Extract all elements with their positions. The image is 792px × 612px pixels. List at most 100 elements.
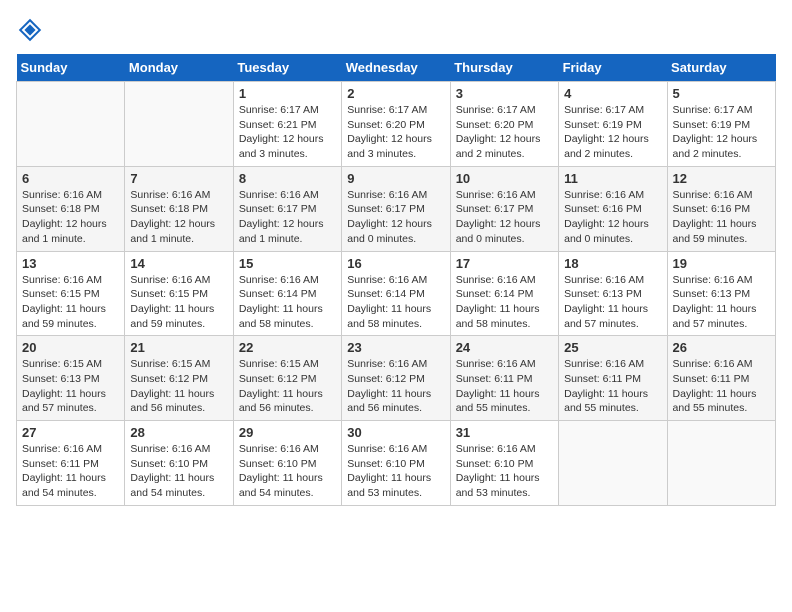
cell-info: Sunrise: 6:16 AM Sunset: 6:11 PM Dayligh… — [22, 442, 119, 501]
day-number: 28 — [130, 425, 227, 440]
weekday-header: Wednesday — [342, 54, 450, 82]
calendar-cell: 28Sunrise: 6:16 AM Sunset: 6:10 PM Dayli… — [125, 421, 233, 506]
calendar-week-row: 6 Sunrise: 6:16 AM Sunset: 6:18 PM Daylig… — [17, 166, 776, 251]
calendar-cell: 31 Sunrise: 6:16 AM Sunset: 6:10 PM Dayli… — [450, 421, 558, 506]
day-number: 22 — [239, 340, 336, 355]
day-number: 17 — [456, 256, 553, 271]
calendar-week-row: 1 Sunrise: 6:17 AM Sunset: 6:21 PM Daylig… — [17, 82, 776, 167]
day-number: 20 — [22, 340, 119, 355]
calendar-cell: 5 Sunrise: 6:17 AM Sunset: 6:19 PM Daylig… — [667, 82, 775, 167]
calendar-cell: 24 Sunrise: 6:16 AM Sunset: 6:11 PM Dayli… — [450, 336, 558, 421]
cell-info: Sunrise: 6:16 AM Sunset: 6:11 PM Dayligh… — [673, 357, 770, 416]
cell-info: Sunrise: 6:15 AM Sunset: 6:12 PM Dayligh… — [130, 357, 227, 416]
day-number: 14 — [130, 256, 227, 271]
day-number: 16 — [347, 256, 444, 271]
weekday-header: Tuesday — [233, 54, 341, 82]
day-number: 26 — [673, 340, 770, 355]
cell-info: Sunrise: 6:16 AM Sunset: 6:11 PM Dayligh… — [564, 357, 661, 416]
day-number: 15 — [239, 256, 336, 271]
day-number: 10 — [456, 171, 553, 186]
calendar-cell: 1 Sunrise: 6:17 AM Sunset: 6:21 PM Daylig… — [233, 82, 341, 167]
day-number: 30 — [347, 425, 444, 440]
day-number: 1 — [239, 86, 336, 101]
day-number: 31 — [456, 425, 553, 440]
calendar-cell: 13 Sunrise: 6:16 AM Sunset: 6:15 PM Dayli… — [17, 251, 125, 336]
day-number: 6 — [22, 171, 119, 186]
cell-info: Sunrise: 6:16 AM Sunset: 6:17 PM Dayligh… — [347, 188, 444, 247]
calendar-cell — [559, 421, 667, 506]
weekday-header: Friday — [559, 54, 667, 82]
day-number: 7 — [130, 171, 227, 186]
calendar-cell: 26 Sunrise: 6:16 AM Sunset: 6:11 PM Dayli… — [667, 336, 775, 421]
calendar-cell: 10 Sunrise: 6:16 AM Sunset: 6:17 PM Dayli… — [450, 166, 558, 251]
calendar-cell: 17 Sunrise: 6:16 AM Sunset: 6:14 PM Dayli… — [450, 251, 558, 336]
day-number: 5 — [673, 86, 770, 101]
calendar-cell: 3 Sunrise: 6:17 AM Sunset: 6:20 PM Daylig… — [450, 82, 558, 167]
weekday-header: Monday — [125, 54, 233, 82]
cell-info: Sunrise: 6:16 AM Sunset: 6:12 PM Dayligh… — [347, 357, 444, 416]
cell-info: Sunrise: 6:16 AM Sunset: 6:10 PM Dayligh… — [456, 442, 553, 501]
cell-info: Sunrise: 6:16 AM Sunset: 6:14 PM Dayligh… — [347, 273, 444, 332]
calendar-cell: 15 Sunrise: 6:16 AM Sunset: 6:14 PM Dayli… — [233, 251, 341, 336]
weekday-header: Thursday — [450, 54, 558, 82]
day-number: 9 — [347, 171, 444, 186]
calendar-cell: 11Sunrise: 6:16 AM Sunset: 6:16 PM Dayli… — [559, 166, 667, 251]
cell-info: Sunrise: 6:16 AM Sunset: 6:15 PM Dayligh… — [22, 273, 119, 332]
day-number: 25 — [564, 340, 661, 355]
day-number: 21 — [130, 340, 227, 355]
calendar-cell: 8 Sunrise: 6:16 AM Sunset: 6:17 PM Daylig… — [233, 166, 341, 251]
logo-icon — [16, 16, 44, 44]
calendar-cell: 14 Sunrise: 6:16 AM Sunset: 6:15 PM Dayli… — [125, 251, 233, 336]
cell-info: Sunrise: 6:15 AM Sunset: 6:13 PM Dayligh… — [22, 357, 119, 416]
day-number: 23 — [347, 340, 444, 355]
cell-info: Sunrise: 6:16 AM Sunset: 6:16 PM Dayligh… — [673, 188, 770, 247]
calendar-cell — [17, 82, 125, 167]
day-number: 3 — [456, 86, 553, 101]
cell-info: Sunrise: 6:17 AM Sunset: 6:21 PM Dayligh… — [239, 103, 336, 162]
cell-info: Sunrise: 6:16 AM Sunset: 6:14 PM Dayligh… — [239, 273, 336, 332]
calendar-cell — [125, 82, 233, 167]
logo — [16, 16, 48, 44]
calendar-week-row: 20 Sunrise: 6:15 AM Sunset: 6:13 PM Dayli… — [17, 336, 776, 421]
calendar-cell: 20 Sunrise: 6:15 AM Sunset: 6:13 PM Dayli… — [17, 336, 125, 421]
cell-info: Sunrise: 6:16 AM Sunset: 6:16 PM Dayligh… — [564, 188, 661, 247]
cell-info: Sunrise: 6:16 AM Sunset: 6:14 PM Dayligh… — [456, 273, 553, 332]
weekday-header: Saturday — [667, 54, 775, 82]
day-number: 4 — [564, 86, 661, 101]
day-number: 2 — [347, 86, 444, 101]
calendar-cell: 19Sunrise: 6:16 AM Sunset: 6:13 PM Dayli… — [667, 251, 775, 336]
calendar-cell: 7 Sunrise: 6:16 AM Sunset: 6:18 PM Daylig… — [125, 166, 233, 251]
cell-info: Sunrise: 6:17 AM Sunset: 6:20 PM Dayligh… — [347, 103, 444, 162]
calendar-cell: 18Sunrise: 6:16 AM Sunset: 6:13 PM Dayli… — [559, 251, 667, 336]
cell-info: Sunrise: 6:16 AM Sunset: 6:17 PM Dayligh… — [239, 188, 336, 247]
calendar-cell: 25 Sunrise: 6:16 AM Sunset: 6:11 PM Dayli… — [559, 336, 667, 421]
cell-info: Sunrise: 6:16 AM Sunset: 6:13 PM Dayligh… — [673, 273, 770, 332]
day-number: 27 — [22, 425, 119, 440]
calendar-table: SundayMondayTuesdayWednesdayThursdayFrid… — [16, 54, 776, 506]
weekday-header: Sunday — [17, 54, 125, 82]
day-number: 12 — [673, 171, 770, 186]
calendar-cell: 9 Sunrise: 6:16 AM Sunset: 6:17 PM Daylig… — [342, 166, 450, 251]
page-header — [16, 16, 776, 44]
calendar-cell: 6 Sunrise: 6:16 AM Sunset: 6:18 PM Daylig… — [17, 166, 125, 251]
calendar-cell: 21 Sunrise: 6:15 AM Sunset: 6:12 PM Dayli… — [125, 336, 233, 421]
cell-info: Sunrise: 6:17 AM Sunset: 6:19 PM Dayligh… — [673, 103, 770, 162]
cell-info: Sunrise: 6:16 AM Sunset: 6:13 PM Dayligh… — [564, 273, 661, 332]
calendar-cell: 16 Sunrise: 6:16 AM Sunset: 6:14 PM Dayli… — [342, 251, 450, 336]
calendar-week-row: 27 Sunrise: 6:16 AM Sunset: 6:11 PM Dayli… — [17, 421, 776, 506]
day-number: 24 — [456, 340, 553, 355]
calendar-cell: 30 Sunrise: 6:16 AM Sunset: 6:10 PM Dayli… — [342, 421, 450, 506]
cell-info: Sunrise: 6:17 AM Sunset: 6:20 PM Dayligh… — [456, 103, 553, 162]
cell-info: Sunrise: 6:16 AM Sunset: 6:15 PM Dayligh… — [130, 273, 227, 332]
cell-info: Sunrise: 6:16 AM Sunset: 6:10 PM Dayligh… — [347, 442, 444, 501]
calendar-cell: 4Sunrise: 6:17 AM Sunset: 6:19 PM Daylig… — [559, 82, 667, 167]
cell-info: Sunrise: 6:16 AM Sunset: 6:18 PM Dayligh… — [130, 188, 227, 247]
calendar-cell: 12 Sunrise: 6:16 AM Sunset: 6:16 PM Dayli… — [667, 166, 775, 251]
cell-info: Sunrise: 6:16 AM Sunset: 6:17 PM Dayligh… — [456, 188, 553, 247]
day-number: 13 — [22, 256, 119, 271]
calendar-cell: 23 Sunrise: 6:16 AM Sunset: 6:12 PM Dayli… — [342, 336, 450, 421]
calendar-week-row: 13 Sunrise: 6:16 AM Sunset: 6:15 PM Dayli… — [17, 251, 776, 336]
day-number: 8 — [239, 171, 336, 186]
cell-info: Sunrise: 6:16 AM Sunset: 6:18 PM Dayligh… — [22, 188, 119, 247]
cell-info: Sunrise: 6:16 AM Sunset: 6:11 PM Dayligh… — [456, 357, 553, 416]
